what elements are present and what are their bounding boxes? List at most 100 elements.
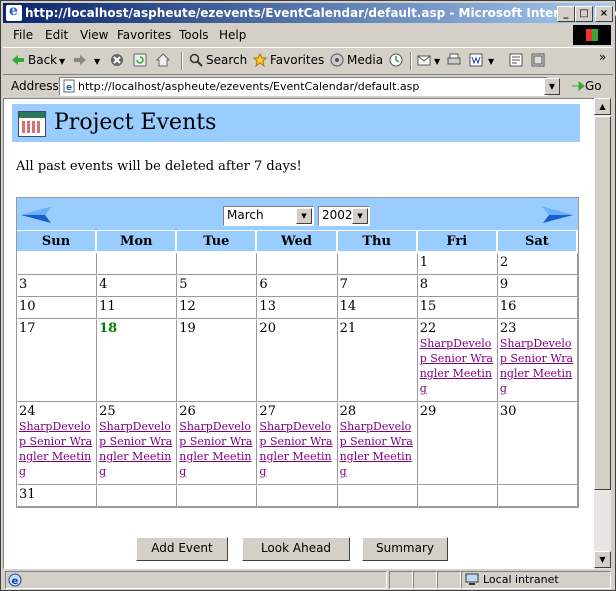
event-calendar: March ▼ 2002 ▼ Sun Mon Tue Wed Thu Fri Sat 123… bbox=[16, 197, 579, 508]
printer-icon bbox=[447, 53, 461, 65]
back-button[interactable]: Back bbox=[11, 53, 57, 67]
weekday-header: Tue bbox=[177, 231, 258, 253]
calendar-day-cell: 3 bbox=[17, 275, 98, 297]
favorites-button[interactable]: Favorites bbox=[253, 53, 324, 67]
history-button[interactable] bbox=[389, 53, 406, 67]
weekday-header: Fri bbox=[417, 231, 498, 253]
calendar-day-cell: 17 bbox=[17, 319, 98, 402]
page-title: Project Events bbox=[54, 110, 217, 135]
mail-button[interactable] bbox=[417, 53, 434, 67]
day-number: 14 bbox=[339, 299, 357, 314]
refresh-button[interactable] bbox=[133, 53, 150, 67]
maximize-button[interactable]: □ bbox=[575, 6, 593, 22]
media-label: Media bbox=[347, 53, 384, 67]
year-value: 2002 bbox=[322, 208, 353, 222]
scroll-down-icon[interactable]: ▼ bbox=[594, 551, 611, 568]
status-bar: e Local intranet bbox=[3, 570, 613, 589]
calendar-day-cell: 6 bbox=[257, 275, 338, 297]
day-number: 29 bbox=[419, 404, 437, 419]
toolbar-separator bbox=[410, 52, 412, 70]
day-number: 20 bbox=[259, 321, 276, 336]
calendar-day-cell: 9 bbox=[497, 275, 578, 297]
edit-dropdown-icon[interactable]: ▼ bbox=[488, 57, 494, 66]
calendar-day-cell: 16 bbox=[497, 297, 578, 319]
forward-button[interactable] bbox=[73, 53, 90, 67]
day-number: 2 bbox=[499, 255, 509, 270]
menu-edit[interactable]: Edit bbox=[45, 28, 68, 42]
day-number: 6 bbox=[259, 277, 268, 292]
svg-text:e: e bbox=[66, 83, 72, 93]
calendar-icon bbox=[18, 111, 46, 137]
menu-favorites[interactable]: Favorites bbox=[117, 28, 171, 42]
year-dropdown-icon[interactable]: ▼ bbox=[352, 208, 368, 224]
scroll-thumb[interactable] bbox=[594, 116, 611, 490]
next-month-icon[interactable] bbox=[542, 206, 574, 224]
back-dropdown-icon[interactable]: ▼ bbox=[59, 57, 65, 66]
calendar-day-cell: 24 SharpDevelop Senior Wrangler Meeting bbox=[17, 402, 98, 485]
calendar-day-cell: 22 SharpDevelop Senior Wrangler Meeting bbox=[417, 319, 498, 402]
close-button[interactable]: × bbox=[595, 6, 613, 22]
event-link[interactable]: SharpDevelop Senior Wrangler Meeting bbox=[420, 336, 496, 396]
history-icon bbox=[389, 53, 403, 67]
event-link[interactable]: SharpDevelop Senior Wrangler Meeting bbox=[19, 419, 95, 479]
vertical-scrollbar[interactable]: ▲ ▼ bbox=[594, 98, 611, 569]
stop-button[interactable] bbox=[110, 53, 127, 67]
calendar-day-cell bbox=[17, 253, 98, 275]
messenger-button[interactable] bbox=[531, 53, 548, 67]
address-input[interactable]: e http://localhost/aspheute/ezevents/Eve… bbox=[59, 77, 548, 96]
calendar-grid: Sun Mon Tue Wed Thu Fri Sat 1 2 3 4 5 6 7 8 9 10 11 12 13 1… bbox=[17, 231, 578, 507]
search-button[interactable]: Search bbox=[189, 53, 247, 67]
weekday-header: Wed bbox=[257, 231, 338, 253]
discuss-button[interactable] bbox=[509, 53, 526, 67]
go-button[interactable]: Go bbox=[571, 79, 602, 93]
weekday-header: Sat bbox=[497, 231, 578, 253]
print-button[interactable] bbox=[447, 53, 464, 67]
calendar-week-row: 17 18 19 20 21 22 SharpDevelop Senior Wrangler… bbox=[17, 319, 578, 402]
mail-dropdown-icon[interactable]: ▼ bbox=[434, 57, 440, 66]
calendar-day-cell: 12 bbox=[177, 297, 258, 319]
calendar-day-cell: 19 bbox=[177, 319, 258, 402]
weekday-header: Sun bbox=[17, 231, 98, 253]
day-number: 11 bbox=[99, 299, 116, 314]
menu-view[interactable]: View bbox=[80, 28, 108, 42]
month-select[interactable]: March ▼ bbox=[223, 206, 314, 226]
day-number: 1 bbox=[419, 255, 428, 270]
event-link[interactable]: SharpDevelop Senior Wrangler Meeting bbox=[340, 419, 416, 479]
calendar-nav: March ▼ 2002 ▼ bbox=[17, 198, 578, 231]
menu-file[interactable]: File bbox=[13, 28, 33, 42]
scroll-up-icon[interactable]: ▲ bbox=[594, 98, 611, 115]
year-select[interactable]: 2002 ▼ bbox=[318, 206, 370, 226]
forward-dropdown-icon[interactable]: ▼ bbox=[94, 57, 100, 66]
zone-panel: Local intranet bbox=[461, 571, 611, 589]
event-link[interactable]: SharpDevelop Senior Wrangler Meeting bbox=[99, 419, 175, 479]
look-ahead-button[interactable]: Look Ahead bbox=[242, 537, 350, 561]
menu-help[interactable]: Help bbox=[219, 28, 246, 42]
event-link[interactable]: SharpDevelop Senior Wrangler Meeting bbox=[179, 419, 255, 479]
forward-arrow-icon bbox=[74, 55, 86, 65]
calendar-day-cell: 26 SharpDevelop Senior Wrangler Meeting bbox=[177, 402, 258, 485]
day-number: 28 bbox=[339, 404, 357, 419]
day-number: 13 bbox=[259, 299, 276, 314]
address-bar: Address e http://localhost/aspheute/ezev… bbox=[3, 75, 613, 97]
calendar-day-cell: 28 SharpDevelop Senior Wrangler Meeting bbox=[337, 402, 418, 485]
calendar-day-cell: 14 bbox=[337, 297, 418, 319]
day-number: 7 bbox=[339, 277, 348, 292]
calendar-day-cell bbox=[177, 485, 258, 507]
address-dropdown-icon[interactable]: ▼ bbox=[544, 78, 560, 95]
event-link[interactable]: SharpDevelop Senior Wrangler Meeting bbox=[500, 336, 576, 396]
day-number: 5 bbox=[179, 277, 188, 292]
add-event-button[interactable]: Add Event bbox=[136, 537, 228, 561]
event-link[interactable]: SharpDevelop Senior Wrangler Meeting bbox=[259, 419, 335, 479]
media-button[interactable]: Media bbox=[330, 53, 383, 67]
home-button[interactable] bbox=[156, 53, 173, 67]
month-dropdown-icon[interactable]: ▼ bbox=[296, 208, 312, 224]
toolbar-more[interactable]: » bbox=[599, 50, 606, 64]
menu-tools[interactable]: Tools bbox=[179, 28, 209, 42]
weekday-header: Thu bbox=[337, 231, 418, 253]
edit-button[interactable] bbox=[469, 53, 486, 67]
toolbar-separator bbox=[181, 52, 183, 70]
minimize-button[interactable]: _ bbox=[557, 6, 575, 22]
prev-month-icon[interactable] bbox=[20, 206, 52, 224]
word-edit-icon bbox=[469, 53, 483, 67]
summary-button[interactable]: Summary bbox=[362, 537, 448, 561]
